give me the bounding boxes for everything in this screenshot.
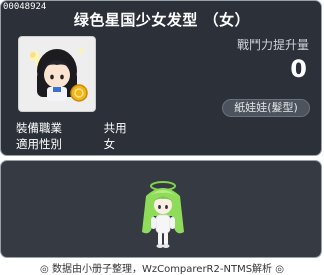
item-icon-frame: [18, 36, 96, 112]
attribute-row-gender: 適用性別 女: [16, 136, 115, 152]
attribute-key: 裝備職業: [16, 121, 62, 135]
item-tooltip: 00048924 绿色星国少女发型 （女） 戰鬥力提升量 0 紙娃娃(髮型) 裝…: [0, 0, 322, 156]
character-preview-icon: [142, 181, 184, 248]
attribute-value: 女: [103, 137, 116, 151]
item-title: 绿色星国少女发型 （女）: [73, 11, 251, 29]
hair-icon: [27, 48, 88, 102]
attribute-value: 共用: [103, 121, 127, 135]
footer-credit: ◎ 数据由小册子整理，WzComparerR2-NTMS解析 ◎: [40, 264, 284, 275]
combat-power-label: 戰鬥力提升量: [236, 38, 309, 52]
combat-power-value: 0: [290, 55, 307, 83]
attribute-key: 適用性別: [16, 137, 62, 151]
category-badge: 紙娃娃(髮型): [222, 99, 310, 117]
attribute-row-job: 裝備職業 共用: [16, 120, 127, 136]
